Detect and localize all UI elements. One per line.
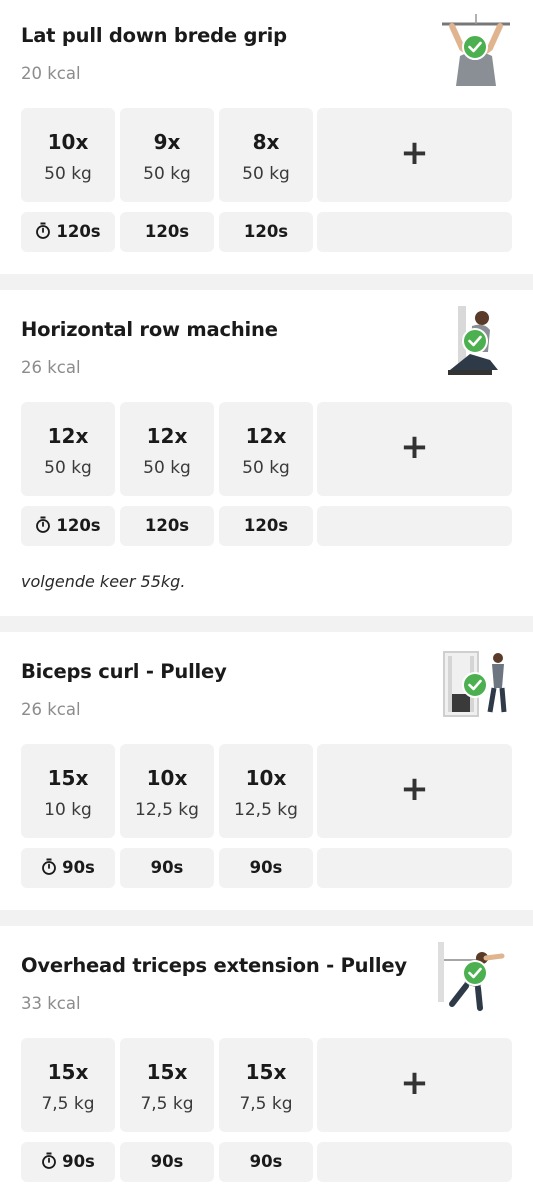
exercise-title[interactable]: Horizontal row machine (21, 318, 278, 341)
rest-timer-tile[interactable]: 120s (120, 506, 214, 546)
plus-icon: + (400, 133, 429, 173)
exercise-thumbnail[interactable] (440, 304, 512, 376)
set-reps: 9x (153, 130, 181, 154)
rest-timer-tile[interactable]: 120s (219, 506, 313, 546)
rest-timer-tile[interactable]: 120s (120, 212, 214, 252)
completed-check-icon (462, 672, 488, 698)
exercise-card: Biceps curl - Pulley 26 kcal 15x 10 kg 1… (0, 632, 533, 910)
set-weight: 50 kg (143, 458, 191, 478)
add-set-button[interactable]: + (317, 744, 512, 838)
completed-check-icon (462, 328, 488, 354)
plus-icon: + (400, 427, 429, 467)
rest-timer-tile[interactable]: 90s (219, 1142, 313, 1182)
set-weight: 10 kg (44, 800, 92, 820)
exercise-card: Overhead triceps extension - Pulley 33 k… (0, 926, 533, 1200)
rest-timer-empty (317, 848, 512, 888)
set-tile[interactable]: 10x 12,5 kg (219, 744, 313, 838)
stopwatch-icon (36, 222, 51, 239)
rest-duration: 90s (62, 1152, 95, 1171)
kcal-label: 33 kcal (21, 994, 81, 1013)
exercise-thumbnail[interactable] (440, 14, 512, 86)
set-tile[interactable]: 10x 50 kg (21, 108, 115, 202)
add-set-button[interactable]: + (317, 402, 512, 496)
exercise-note[interactable]: volgende keer 55kg. (21, 572, 185, 591)
rest-duration: 90s (62, 858, 95, 877)
set-tile[interactable]: 9x 50 kg (120, 108, 214, 202)
rest-timer-tile[interactable]: 90s (120, 1142, 214, 1182)
set-weight: 50 kg (44, 458, 92, 478)
set-tile[interactable]: 15x 7,5 kg (219, 1038, 313, 1132)
rest-duration: 90s (249, 1152, 283, 1171)
kcal-label: 20 kcal (21, 64, 81, 83)
set-weight: 12,5 kg (135, 800, 199, 820)
completed-check-icon (462, 960, 488, 986)
rest-duration: 120s (144, 222, 190, 241)
stopwatch-icon (42, 858, 56, 875)
set-reps: 15x (245, 1060, 287, 1084)
exercise-card: Lat pull down brede grip 20 kcal 10x 50 … (0, 0, 533, 274)
exercise-title[interactable]: Overhead triceps extension - Pulley (21, 954, 407, 977)
set-tile[interactable]: 12x 50 kg (120, 402, 214, 496)
rest-timer-tile[interactable]: 90s (21, 1142, 115, 1182)
set-weight: 50 kg (143, 164, 191, 184)
rest-timer-tile[interactable]: 90s (120, 848, 214, 888)
set-tile[interactable]: 15x 7,5 kg (21, 1038, 115, 1132)
set-tile[interactable]: 12x 50 kg (21, 402, 115, 496)
stopwatch-icon (42, 1152, 56, 1169)
stopwatch-icon (36, 516, 51, 533)
set-reps: 8x (252, 130, 280, 154)
set-weight: 50 kg (242, 458, 290, 478)
set-tile[interactable]: 8x 50 kg (219, 108, 313, 202)
set-tile[interactable]: 10x 12,5 kg (120, 744, 214, 838)
rest-duration: 120s (144, 516, 190, 535)
set-reps: 12x (47, 424, 89, 448)
rest-timer-tile[interactable]: 120s (21, 506, 115, 546)
set-weight: 7,5 kg (140, 1094, 194, 1114)
set-reps: 15x (146, 1060, 188, 1084)
set-weight: 50 kg (44, 164, 92, 184)
set-reps: 12x (146, 424, 188, 448)
rest-timer-tile[interactable]: 90s (219, 848, 313, 888)
set-weight: 7,5 kg (239, 1094, 293, 1114)
rest-duration: 90s (150, 858, 184, 877)
set-weight: 12,5 kg (234, 800, 298, 820)
rest-timer-empty (317, 212, 512, 252)
rest-duration: 120s (243, 516, 289, 535)
rest-duration: 120s (56, 222, 101, 241)
set-weight: 7,5 kg (41, 1094, 95, 1114)
set-tile[interactable]: 12x 50 kg (219, 402, 313, 496)
set-reps: 15x (47, 766, 89, 790)
rest-timer-tile[interactable]: 120s (219, 212, 313, 252)
plus-icon: + (400, 769, 429, 809)
rest-timer-tile[interactable]: 90s (21, 848, 115, 888)
set-reps: 10x (47, 130, 89, 154)
exercise-thumbnail[interactable] (440, 648, 512, 720)
kcal-label: 26 kcal (21, 358, 81, 377)
add-set-button[interactable]: + (317, 108, 512, 202)
set-reps: 12x (245, 424, 287, 448)
rest-duration: 90s (249, 858, 283, 877)
add-set-button[interactable]: + (317, 1038, 512, 1132)
rest-timer-empty (317, 506, 512, 546)
set-weight: 50 kg (242, 164, 290, 184)
exercise-title[interactable]: Biceps curl - Pulley (21, 660, 227, 683)
exercise-title[interactable]: Lat pull down brede grip (21, 24, 287, 47)
rest-duration: 120s (243, 222, 289, 241)
rest-duration: 90s (150, 1152, 184, 1171)
exercise-card: Horizontal row machine 26 kcal 12x 50 kg… (0, 290, 533, 616)
plus-icon: + (400, 1063, 429, 1103)
set-tile[interactable]: 15x 7,5 kg (120, 1038, 214, 1132)
set-reps: 10x (146, 766, 188, 790)
set-tile[interactable]: 15x 10 kg (21, 744, 115, 838)
set-reps: 15x (47, 1060, 89, 1084)
exercise-thumbnail[interactable] (436, 940, 508, 1012)
rest-duration: 120s (56, 516, 101, 535)
kcal-label: 26 kcal (21, 700, 81, 719)
rest-timer-tile[interactable]: 120s (21, 212, 115, 252)
set-reps: 10x (245, 766, 287, 790)
rest-timer-empty (317, 1142, 512, 1182)
completed-check-icon (462, 34, 488, 60)
